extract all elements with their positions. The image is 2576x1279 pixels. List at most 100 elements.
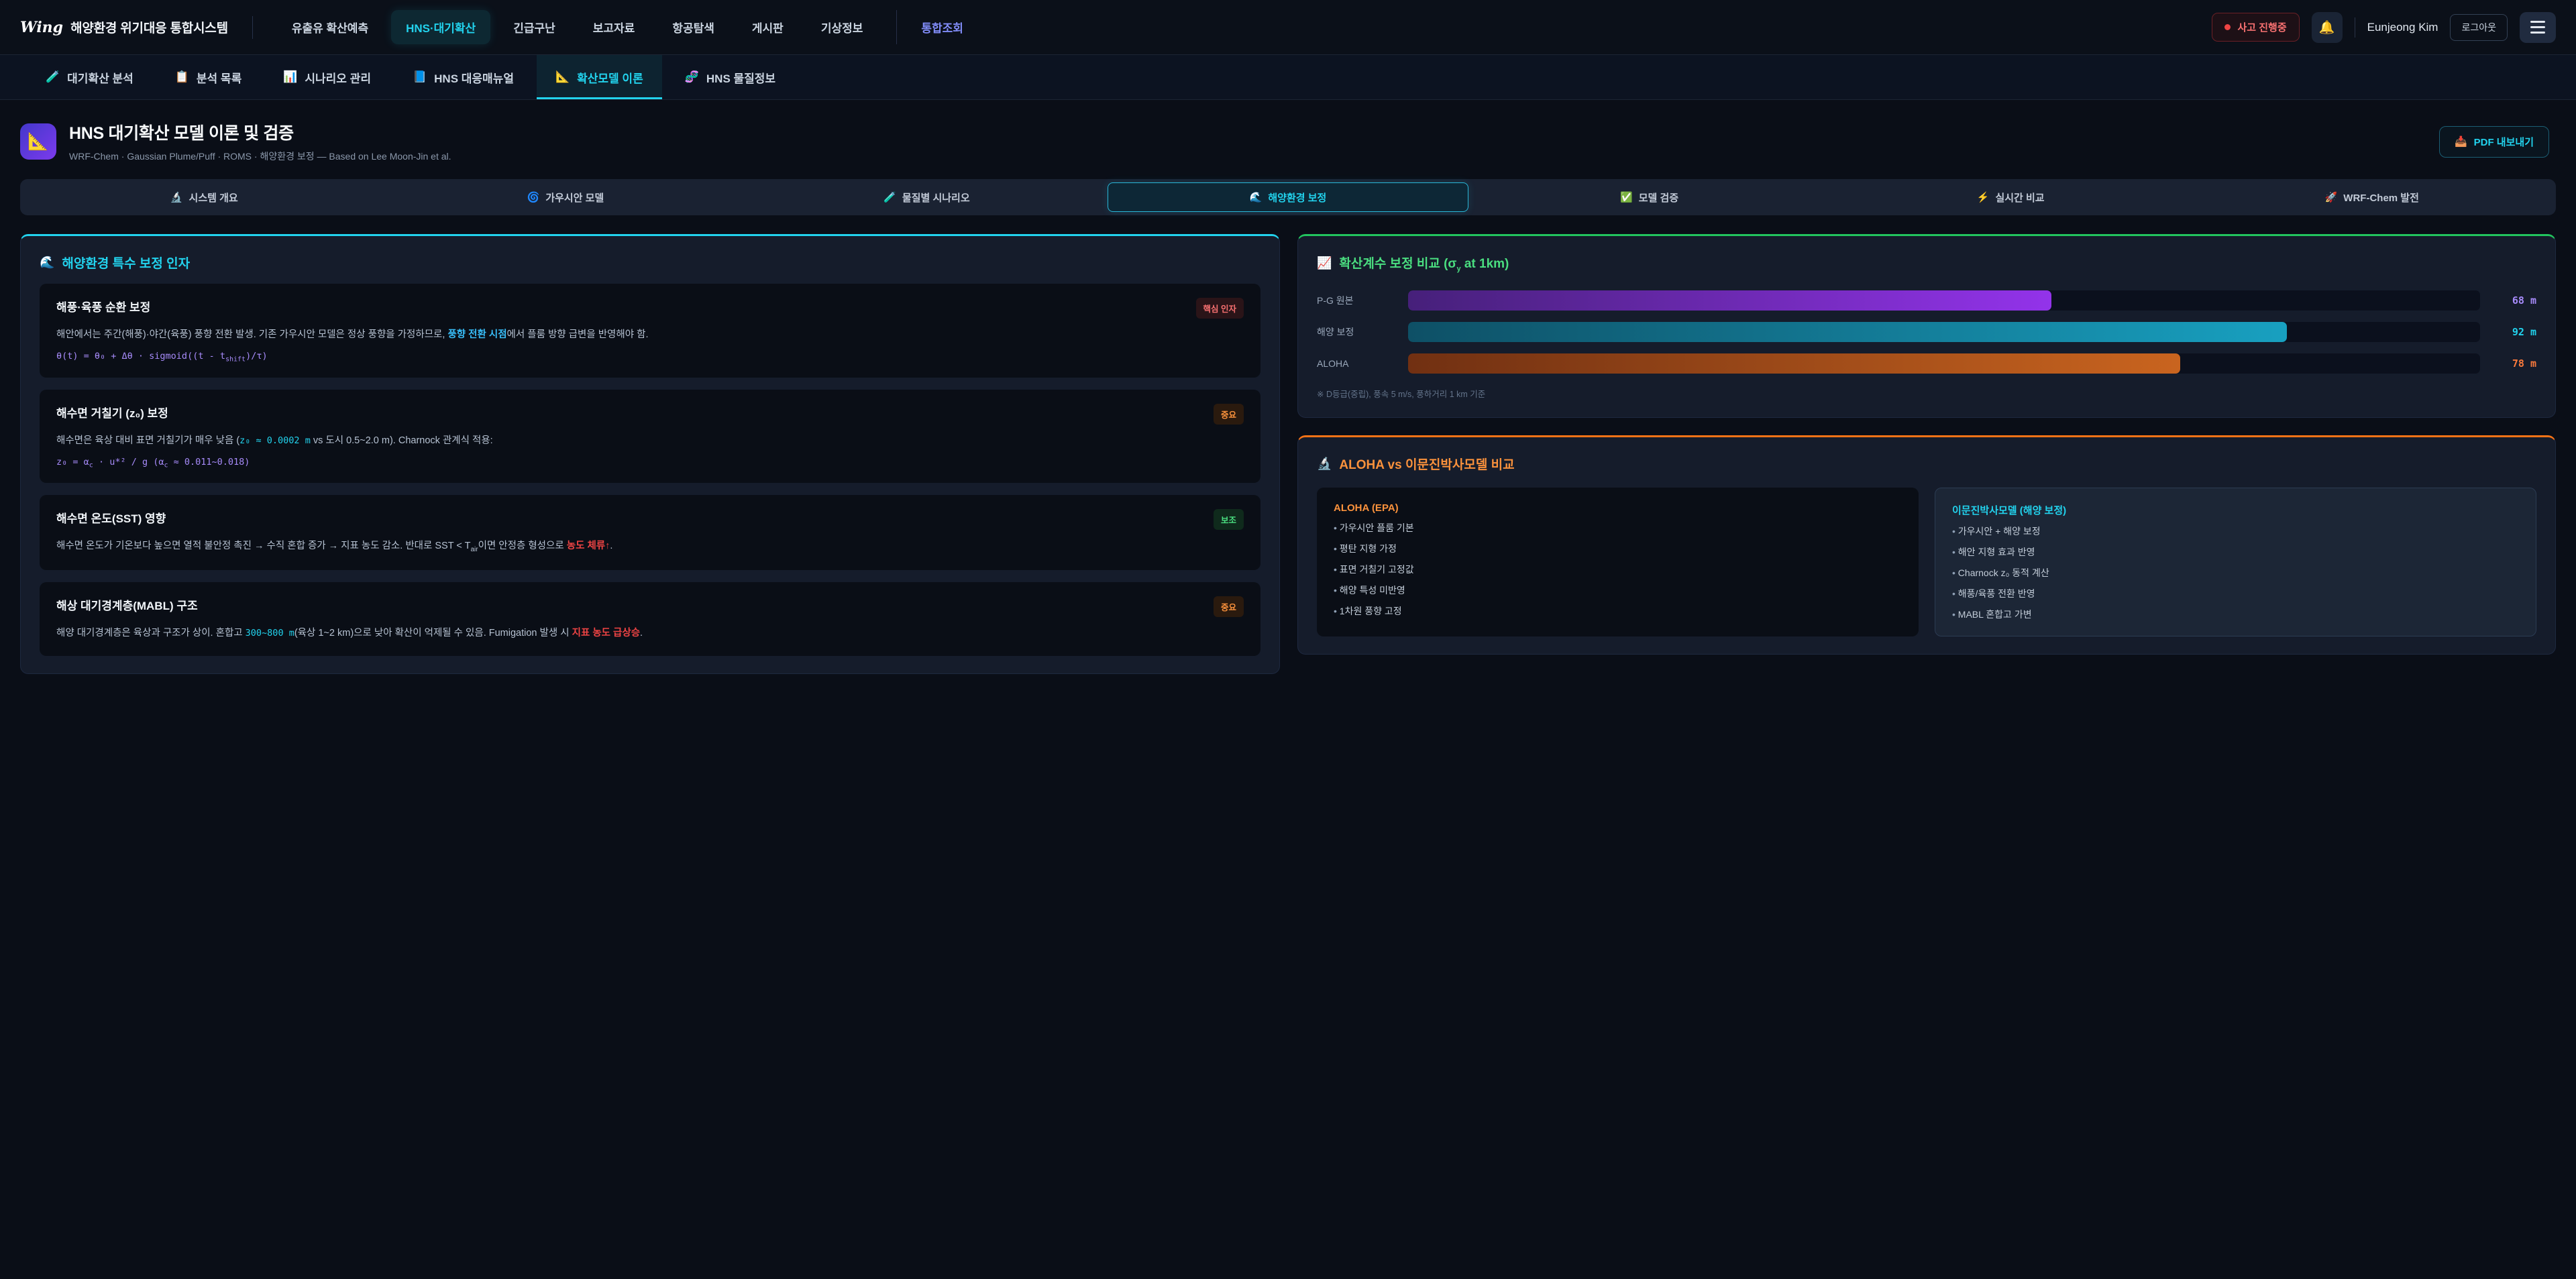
formula: θ(t) = θ₀ + Δθ · sigmoid((t - tshift)/τ) <box>56 351 1244 364</box>
list-item: 가우시안 + 해양 보정 <box>1952 524 2519 538</box>
subnav-item-analysis-list[interactable]: 📋 분석 목록 <box>156 55 260 99</box>
tab-system-overview[interactable]: 🔬 시스템 개요 <box>23 182 385 212</box>
subnav-item-scenario-management[interactable]: 📊 시나리오 관리 <box>264 55 390 99</box>
list-item: Charnock z₀ 동적 계산 <box>1952 566 2519 579</box>
subnav-item-hns-manual[interactable]: 📘 HNS 대응매뉴얼 <box>394 55 533 99</box>
correction-card-sea-surface-roughness: 해수면 거칠기 (z₀) 보정 중요 해수면은 육상 대비 표면 거칠기가 매우… <box>40 390 1260 484</box>
app-logo[interactable]: Wing 해양환경 위기대응 통합시스템 <box>20 18 228 36</box>
nav-item-oil-spill[interactable]: 유출유 확산예측 <box>277 10 383 44</box>
test-tube-icon: 🧪 <box>46 70 60 84</box>
bar-track <box>1408 322 2480 342</box>
tab-wrf-chem[interactable]: 🚀 WRF-Chem 발전 <box>2191 182 2553 212</box>
tab-realtime-comparison[interactable]: ⚡ 실시간 비교 <box>1830 182 2192 212</box>
nav-item-board[interactable]: 게시판 <box>737 10 798 44</box>
list-item: 표면 거칠기 고정값 <box>1334 563 1902 576</box>
bar-row-aloha: ALOHA 78 m <box>1317 353 2536 374</box>
chart-increasing-icon: 📈 <box>1317 256 1332 270</box>
rocket-icon: 🚀 <box>2325 191 2338 203</box>
subnav-item-dispersion-analysis[interactable]: 🧪 대기확산 분석 <box>27 55 152 99</box>
logout-button[interactable]: 로그아웃 <box>2450 14 2508 41</box>
bar-value: 92 m <box>2492 326 2536 338</box>
priority-badge: 중요 <box>1214 596 1244 617</box>
list-item: 1차원 풍향 고정 <box>1334 604 1902 618</box>
notifications-button[interactable]: 🔔 <box>2312 12 2343 43</box>
bar-label: P-G 원본 <box>1317 294 1396 307</box>
leemoonjin-feature-list: 가우시안 + 해양 보정 해안 지형 효과 반영 Charnock z₀ 동적 … <box>1952 524 2519 621</box>
page-title: HNS 대기확산 모델 이론 및 검증 <box>69 120 451 144</box>
user-name: Eunjeong Kim <box>2367 21 2438 34</box>
correction-card-sst-effect: 해수면 온도(SST) 영향 보조 해수면 온도가 기온보다 높으면 열적 불안… <box>40 495 1260 569</box>
bar-value: 68 m <box>2492 294 2536 307</box>
bar-chart: P-G 원본 68 m 해양 보정 92 m ALOHA <box>1317 290 2536 374</box>
page-subtitle: WRF-Chem · Gaussian Plume/Puff · ROMS · … <box>69 150 451 163</box>
inbox-tray-icon: 📥 <box>2455 135 2467 148</box>
chart-panel-title: 📈 확산계수 보정 비교 (σy at 1km) <box>1317 254 2536 273</box>
marine-correction-panel: 🌊 해양환경 특수 보정 인자 해풍·육풍 순환 보정 핵심 인자 해안에서는 … <box>20 234 1280 674</box>
highlight-text: 풍향 전환 시점 <box>447 329 506 340</box>
priority-badge: 중요 <box>1214 404 1244 425</box>
marine-correction-panel-title: 🌊 해양환경 특수 보정 인자 <box>40 254 1260 272</box>
tab-marine-correction[interactable]: 🌊 해양환경 보정 <box>1108 182 1469 212</box>
triangle-ruler-icon: 📐 <box>555 70 570 84</box>
list-item: MABL 혼합고 가변 <box>1952 608 2519 621</box>
top-nav-right: 사고 진행중 🔔 Eunjeong Kim 로그아웃 <box>2212 12 2556 43</box>
card-title: 해수면 거칠기 (z₀) 보정 <box>56 404 168 421</box>
microscope-icon: 🔬 <box>1317 457 1332 471</box>
bar-chart-icon: 📊 <box>283 70 297 84</box>
priority-badge: 핵심 인자 <box>1196 298 1244 319</box>
card-title: 해상 대기경계층(MABL) 구조 <box>56 596 198 613</box>
book-icon: 📘 <box>413 70 427 84</box>
wave-icon: 🌊 <box>40 256 54 270</box>
tab-gaussian-model[interactable]: 🌀 가우시안 모델 <box>385 182 747 212</box>
page-header-icon: 📐 <box>20 123 56 160</box>
nav-item-reports[interactable]: 보고자료 <box>578 10 650 44</box>
hamburger-menu-button[interactable] <box>2520 12 2556 43</box>
microscope-icon: 🔬 <box>170 191 183 203</box>
check-mark-icon: ✅ <box>1620 191 1633 203</box>
dispersion-coefficient-chart-panel: 📈 확산계수 보정 비교 (σy at 1km) P-G 원본 68 m 해양 … <box>1297 234 2556 418</box>
nav-item-aerial-search[interactable]: 항공탐색 <box>657 10 729 44</box>
nav-item-emergency-rescue[interactable]: 긴급구난 <box>498 10 570 44</box>
correction-card-sea-land-breeze: 해풍·육풍 순환 보정 핵심 인자 해안에서는 주간(해풍)·야간(육풍) 풍향… <box>40 284 1260 378</box>
comparison-grid: ALOHA (EPA) 가우시안 플룸 기본 평탄 지형 가정 표면 거칠기 고… <box>1317 488 2536 636</box>
danger-text: 지표 농도 급상승 <box>572 628 640 638</box>
tab-substance-scenarios[interactable]: 🧪 물질별 시나리오 <box>746 182 1108 212</box>
correction-card-mabl-structure: 해상 대기경계층(MABL) 구조 중요 해양 대기경계층은 육상과 구조가 상… <box>40 582 1260 656</box>
card-title: 해풍·육풍 순환 보정 <box>56 298 150 315</box>
bar-row-pg-original: P-G 원본 68 m <box>1317 290 2536 311</box>
nav-item-weather[interactable]: 기상정보 <box>806 10 878 44</box>
card-body: 해수면 온도가 기온보다 높으면 열적 불안정 촉진 → 수직 혼합 증가 → … <box>56 539 1244 555</box>
list-item: 해안 지형 효과 반영 <box>1952 545 2519 559</box>
wave-icon: 🌊 <box>1250 191 1263 203</box>
nav-item-hns-dispersion[interactable]: HNS·대기확산 <box>391 10 490 44</box>
app-title: 해양환경 위기대응 통합시스템 <box>70 18 228 36</box>
incident-status-badge[interactable]: 사고 진행중 <box>2212 13 2299 42</box>
bar-label: 해양 보정 <box>1317 325 1396 339</box>
cyclone-icon: 🌀 <box>527 191 540 203</box>
section-tab-strip: 🔬 시스템 개요 🌀 가우시안 모델 🧪 물질별 시나리오 🌊 해양환경 보정 … <box>20 179 2556 215</box>
logo-wing-mark: Wing <box>20 19 63 36</box>
bar-fill-marine-corrected <box>1408 322 2287 342</box>
leemoonjin-box-header: 이문진박사모델 (해양 보정) <box>1952 503 2519 517</box>
clipboard-icon: 📋 <box>175 70 189 84</box>
main-content: 🌊 해양환경 특수 보정 인자 해풍·육풍 순환 보정 핵심 인자 해안에서는 … <box>0 215 2576 693</box>
triangle-ruler-icon: 📐 <box>28 132 48 152</box>
top-nav: Wing 해양환경 위기대응 통합시스템 유출유 확산예측 HNS·대기확산 긴… <box>0 0 2576 55</box>
bar-fill-aloha <box>1408 353 2180 374</box>
incident-dot-icon <box>2224 24 2231 30</box>
sub-nav: 🧪 대기확산 분석 📋 분석 목록 📊 시나리오 관리 📘 HNS 대응매뉴얼 … <box>0 55 2576 100</box>
card-body: 해양 대기경계층은 육상과 구조가 상이. 혼합고 300~800 m(육상 1… <box>56 626 1244 642</box>
nav-item-integrated-search[interactable]: 통합조회 <box>896 10 978 44</box>
page-header-text: HNS 대기확산 모델 이론 및 검증 WRF-Chem · Gaussian … <box>69 120 451 163</box>
pdf-export-button[interactable]: 📥 PDF 내보내기 <box>2439 126 2549 158</box>
hamburger-icon <box>2530 21 2545 23</box>
aloha-box-header: ALOHA (EPA) <box>1334 502 1902 514</box>
lightning-icon: ⚡ <box>1977 191 1990 203</box>
bar-fill-pg-original <box>1408 290 2051 311</box>
subnav-item-model-theory[interactable]: 📐 확산모델 이론 <box>537 55 662 99</box>
bar-track <box>1408 290 2480 311</box>
subnav-item-hns-substance-info[interactable]: 🧬 HNS 물질정보 <box>666 55 794 99</box>
inline-code: 300~800 m <box>246 628 294 638</box>
tab-model-validation[interactable]: ✅ 모델 검증 <box>1468 182 1830 212</box>
bell-icon: 🔔 <box>2319 19 2335 36</box>
